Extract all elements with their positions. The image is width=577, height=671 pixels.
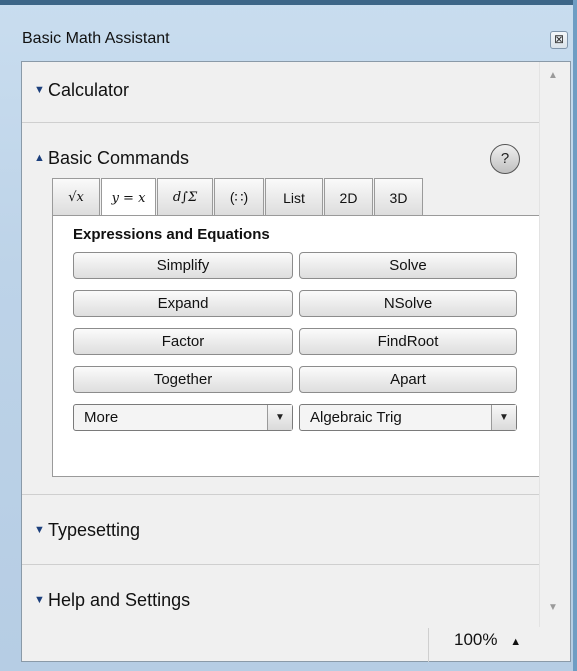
equation-tab-label: y = x	[111, 191, 146, 206]
calculus-tab-label: d∫Σ	[172, 190, 198, 205]
zoom-value: 100%	[454, 630, 498, 649]
window-top-edge	[0, 0, 577, 5]
2d-tab-label: 2D	[339, 189, 358, 206]
zoom-control[interactable]: 100% ▲	[454, 630, 521, 650]
vertical-scrollbar[interactable]: ▲ ▼	[539, 62, 570, 627]
tab-3d[interactable]: 3D	[374, 178, 423, 216]
section-help-settings[interactable]: ▼ Help and Settings	[22, 572, 540, 628]
more-dropdown-value: More	[84, 409, 119, 426]
nsolve-button[interactable]: NSolve	[299, 290, 517, 317]
math-assistant-window: Basic Math Assistant ⊠ ▼ Calculator ▲ Ba…	[0, 0, 577, 671]
scroll-down-icon[interactable]: ▼	[548, 602, 558, 613]
tab-content: Expressions and Equations Simplify Solve…	[52, 215, 540, 477]
simplify-button[interactable]: Simplify	[73, 252, 293, 279]
section-calculator-label: Calculator	[48, 79, 130, 100]
assistant-panel: ▼ Calculator ▲ Basic Commands ? √x y = x…	[21, 61, 571, 662]
tab-list[interactable]: List	[265, 178, 323, 216]
palette-tabs: √x y = x d∫Σ (∷) List 2D 3D	[52, 178, 424, 218]
findroot-button[interactable]: FindRoot	[299, 328, 517, 355]
list-tab-label: List	[283, 189, 305, 206]
section-typesetting-label: Typesetting	[48, 519, 141, 540]
section-typesetting[interactable]: ▼ Typesetting	[22, 502, 540, 558]
scroll-up-icon[interactable]: ▲	[548, 70, 558, 81]
tab-2d[interactable]: 2D	[324, 178, 373, 216]
apart-button[interactable]: Apart	[299, 366, 517, 393]
window-right-edge	[573, 0, 577, 671]
divider	[428, 628, 429, 662]
close-button[interactable]: ⊠	[550, 31, 568, 49]
group-label: Expressions and Equations	[73, 226, 270, 243]
more-dropdown[interactable]: More ▼	[73, 404, 293, 431]
section-calculator[interactable]: ▼ Calculator	[22, 62, 540, 118]
tab-equation[interactable]: y = x	[101, 178, 156, 218]
solve-button[interactable]: Solve	[299, 252, 517, 279]
tab-matrix[interactable]: (∷)	[214, 178, 264, 216]
dropdown-arrow-icon: ▼	[491, 405, 516, 430]
algebraic-trig-dropdown[interactable]: Algebraic Trig ▼	[299, 404, 517, 431]
algebraic-trig-dropdown-value: Algebraic Trig	[310, 409, 402, 426]
window-title: Basic Math Assistant	[22, 30, 170, 47]
section-help-settings-label: Help and Settings	[48, 589, 191, 610]
chevron-down-icon: ▼	[34, 594, 45, 606]
factor-button[interactable]: Factor	[73, 328, 293, 355]
dropdown-arrow-icon: ▼	[267, 405, 292, 430]
expand-button[interactable]: Expand	[73, 290, 293, 317]
sqrt-tab-label: √x	[68, 190, 84, 205]
chevron-down-icon: ▼	[34, 84, 45, 96]
matrix-tab-label: (∷)	[229, 189, 249, 205]
together-button[interactable]: Together	[73, 366, 293, 393]
tab-sqrt[interactable]: √x	[52, 178, 100, 216]
section-basic-commands-label: Basic Commands	[48, 147, 190, 168]
chevron-up-icon: ▲	[34, 152, 45, 164]
chevron-down-icon: ▼	[34, 524, 45, 536]
divider	[22, 122, 540, 123]
zoom-up-icon: ▲	[510, 636, 522, 648]
divider	[22, 564, 540, 565]
divider	[22, 494, 540, 495]
3d-tab-label: 3D	[389, 189, 408, 206]
tab-calculus[interactable]: d∫Σ	[157, 178, 213, 216]
help-button[interactable]: ?	[490, 144, 520, 174]
